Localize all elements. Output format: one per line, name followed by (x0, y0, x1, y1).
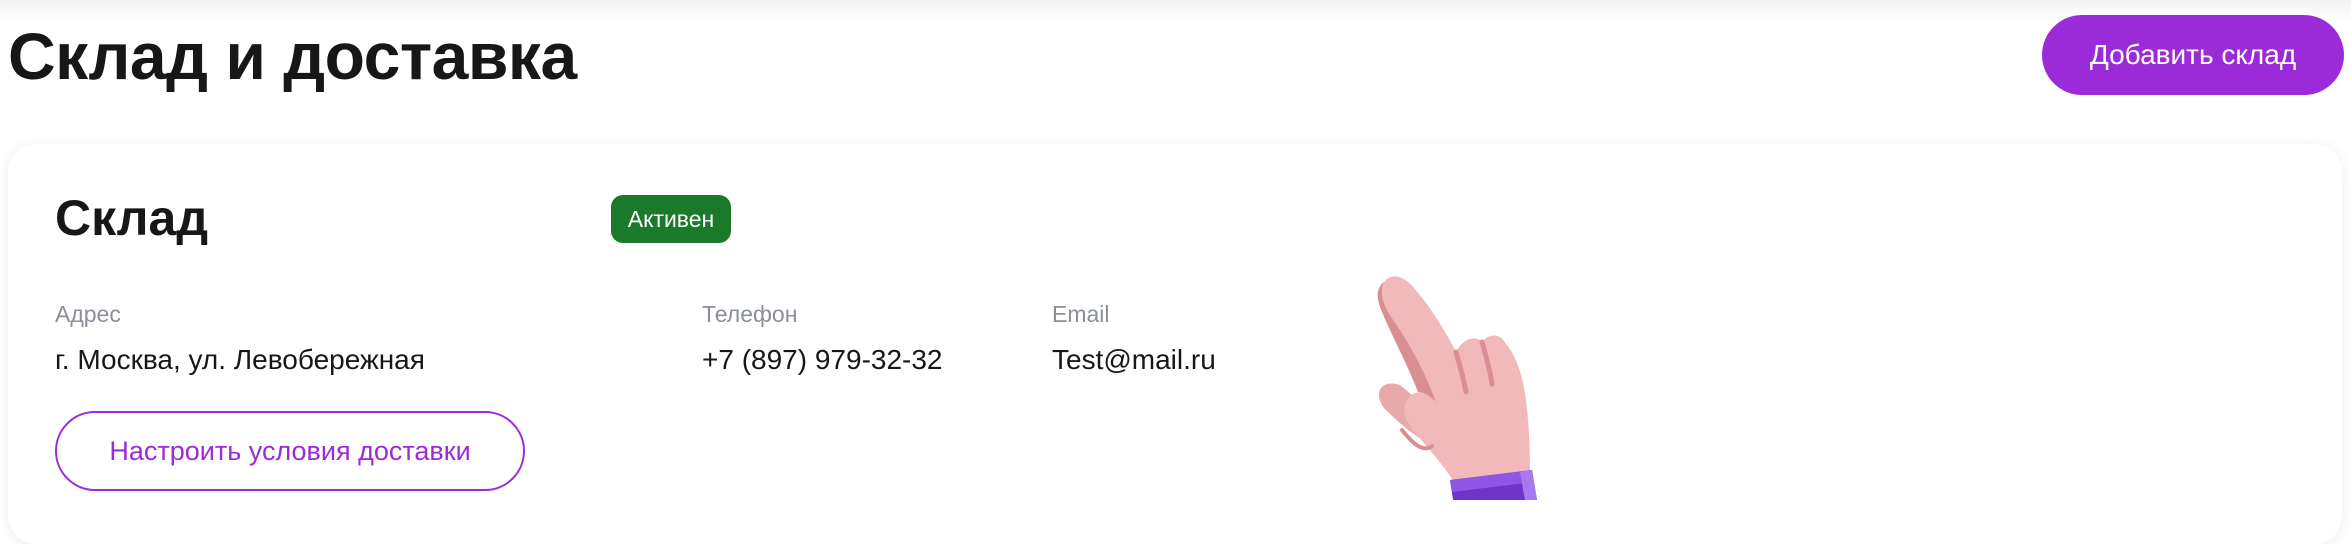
phone-value: +7 (897) 979-32-32 (702, 344, 943, 375)
status-badge: Активен (611, 195, 731, 243)
warehouse-card-title: Склад (55, 190, 209, 246)
phone-label: Телефон (702, 301, 798, 327)
address-label: Адрес (55, 301, 121, 327)
email-value: Test@mail.ru (1052, 344, 1216, 375)
page-title: Склад и доставка (8, 19, 577, 93)
pointing-hand-icon (1377, 276, 1537, 500)
configure-delivery-button[interactable]: Настроить условия доставки (55, 411, 525, 491)
email-label: Email (1052, 301, 1110, 327)
add-warehouse-button[interactable]: Добавить склад (2042, 15, 2344, 95)
address-value: г. Москва, ул. Левобережная (55, 344, 425, 375)
warehouse-card: Склад Активен Адрес г. Москва, ул. Левоб… (8, 144, 2342, 544)
